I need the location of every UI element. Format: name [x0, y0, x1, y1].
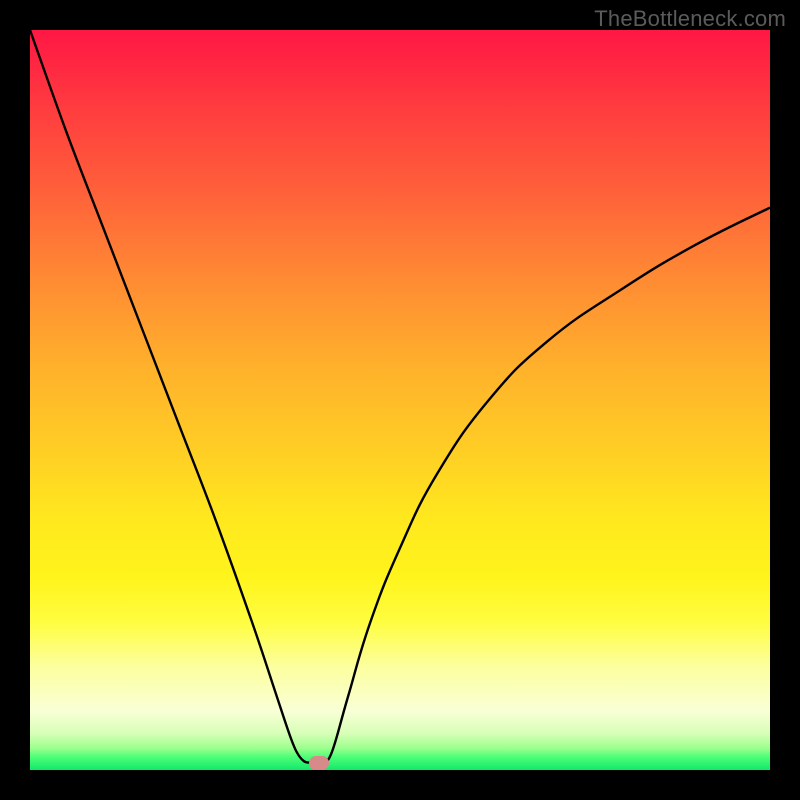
plot-area [30, 30, 770, 770]
attribution-text: TheBottleneck.com [594, 6, 786, 32]
bottleneck-curve [30, 30, 770, 763]
chart-container: TheBottleneck.com [0, 0, 800, 800]
curve-layer [30, 30, 770, 770]
minimum-marker [309, 756, 329, 770]
